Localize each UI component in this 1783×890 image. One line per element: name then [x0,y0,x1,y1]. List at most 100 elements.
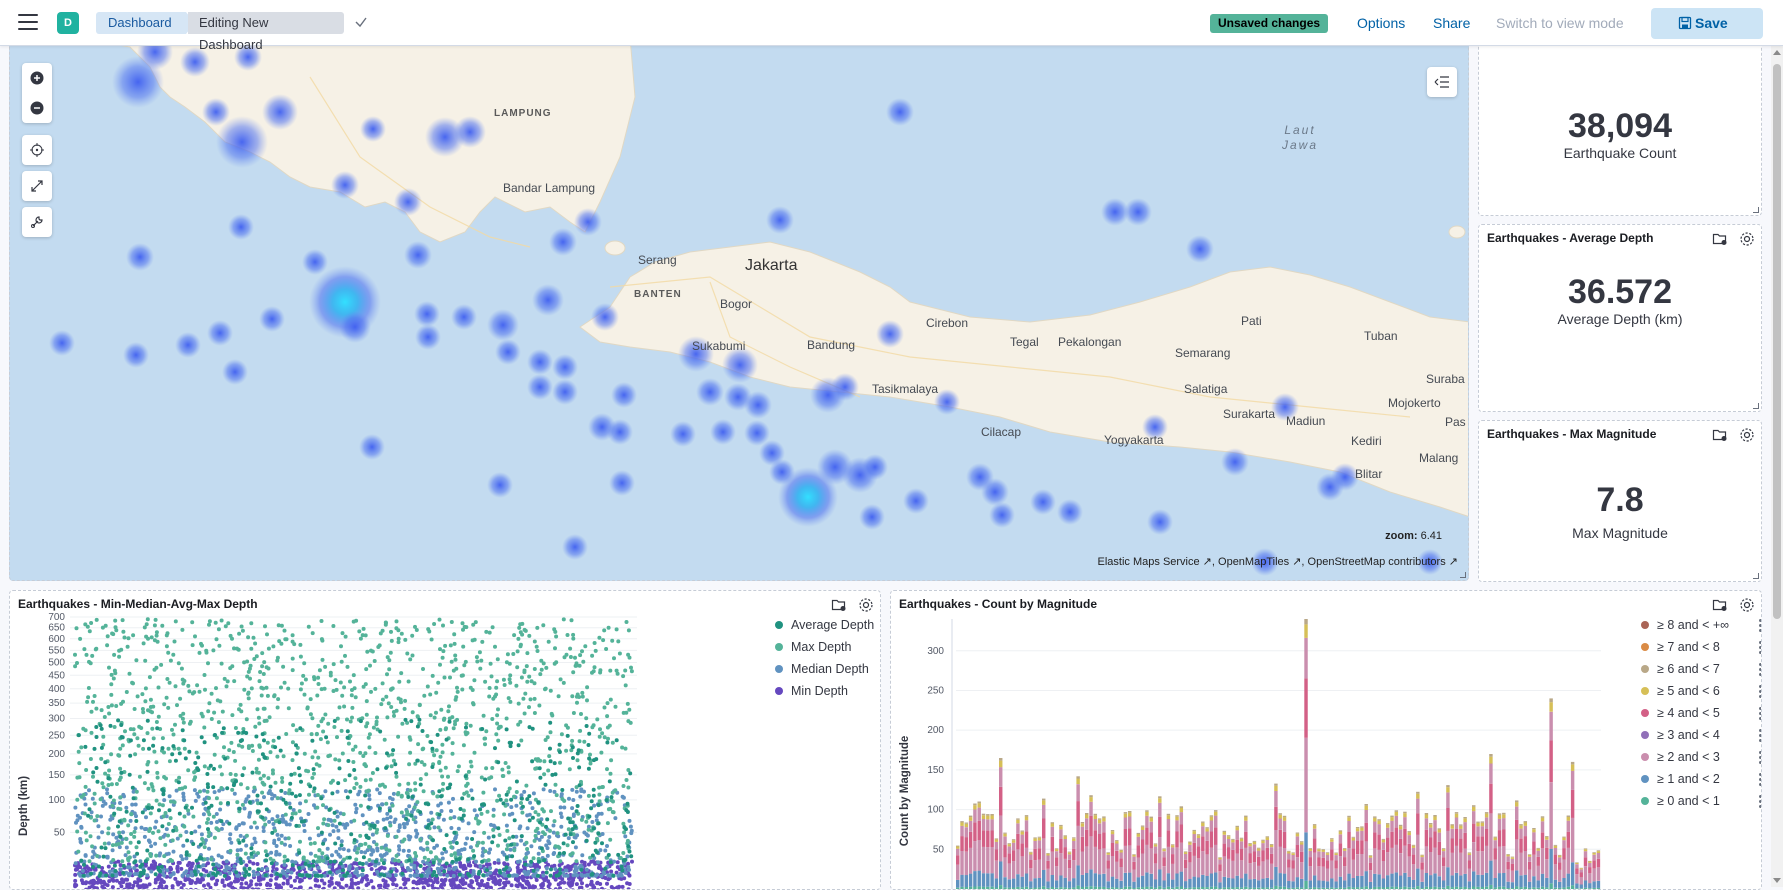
attribution-openmaptiles-link[interactable]: OpenMapTiles [1218,556,1289,568]
breadcrumb-dashboard[interactable]: Dashboard [96,12,186,34]
draw-tools-button[interactable] [22,207,52,237]
scatter-point [394,771,398,775]
scatter-point [75,830,79,834]
layer-control-button[interactable] [1427,67,1457,97]
gear-icon[interactable] [1739,427,1755,443]
scatter-point [438,663,442,667]
scatter-point [493,645,497,649]
scatter-point [400,863,404,867]
bar-segment [1162,866,1165,880]
bar-segment [1029,860,1032,868]
scatter-point [86,625,90,629]
scatter-point [149,870,153,874]
scatter-point [472,678,476,682]
scatter-point [411,710,415,714]
attribution-osm-link[interactable]: OpenStreetMap contributors [1308,556,1446,568]
scatter-point [74,821,78,825]
scatter-point [156,640,160,644]
bar-segment [1012,839,1015,840]
scatter-point [212,711,216,715]
scatter-point [546,846,550,850]
scatter-point [135,852,139,856]
switch-to-view-mode-button[interactable]: Switch to view mode [1496,14,1624,32]
legend-item[interactable]: Min Depth [775,684,848,698]
scatter-point [222,726,226,730]
set-view-button[interactable] [22,135,52,165]
gear-icon[interactable] [1739,231,1755,247]
legend-item[interactable]: Median Depth [775,662,869,676]
bar-segment [1115,879,1118,888]
fullscreen-button[interactable] [22,171,52,201]
resize-handle[interactable] [1753,403,1759,409]
scatter-point [127,873,131,877]
scatter-point [118,767,122,771]
depth-scatter-chart[interactable]: 5010015020025030035040045050055060065070… [10,591,881,890]
zoom-in-button[interactable] [22,63,52,93]
scatter-point [260,664,264,668]
resize-handle[interactable] [1753,207,1759,213]
scatter-point [462,814,466,818]
scatter-point [523,669,527,673]
scatter-point [534,834,538,838]
space-avatar[interactable]: D [57,12,79,34]
scatter-point [538,672,542,676]
zoom-out-button[interactable] [22,93,52,123]
scatter-point [89,834,93,838]
resize-handle[interactable] [1753,573,1759,579]
scatter-point [625,881,629,885]
scatter-point [587,863,591,867]
scatter-point [531,816,535,820]
legend-item[interactable]: Average Depth [775,618,874,632]
scatter-point [361,813,365,817]
scatter-point [263,719,267,723]
scatter-point [577,765,581,769]
bar-segment [1201,822,1204,823]
scatter-point [130,803,134,807]
attribution-ems-link[interactable]: Elastic Maps Service [1098,556,1200,568]
scatter-point [444,726,448,730]
scatter-point [93,694,97,698]
bar-segment [1072,860,1075,878]
scatter-point [358,834,362,838]
scatter-point [381,698,385,702]
share-button[interactable]: Share [1433,14,1470,32]
scatter-point [131,633,135,637]
scatter-point [481,854,485,858]
scatter-point [347,849,351,853]
scatter-point [445,738,449,742]
scatter-point [616,874,620,878]
scatter-point [504,798,508,802]
scatter-point [196,877,200,881]
scatter-point [452,632,456,636]
scatter-point [273,693,277,697]
magnitude-bar-chart[interactable]: 50100150200250300Count by Magnitude [891,591,1762,890]
folder-icon[interactable] [1712,231,1728,247]
scatter-point [626,719,630,723]
bar-segment [1016,820,1019,824]
scatter-point [124,853,128,857]
legend-item[interactable]: Max Depth [775,640,851,654]
scatter-point [542,772,546,776]
scatter-point [320,851,324,855]
save-button[interactable]: Save [1651,8,1763,39]
options-button[interactable]: Options [1357,14,1405,32]
scatter-point [571,745,575,749]
scatter-point [480,879,484,883]
scatter-point [574,859,578,863]
scatter-point [218,765,222,769]
scatter-point [270,817,274,821]
scatter-point [211,785,215,789]
scatter-point [73,879,77,883]
scatter-point [249,879,253,883]
menu-icon[interactable] [18,14,38,30]
scatter-point [503,839,507,843]
scatter-point [243,874,247,878]
scatter-point [132,732,136,736]
scatter-point [99,815,103,819]
folder-icon[interactable] [1712,427,1728,443]
resize-handle[interactable] [1460,572,1466,578]
scatter-point [166,651,170,655]
earthquake-heatmap-panel[interactable]: LAMPUNG Bandar Lampung Laut Jawa Serang … [9,36,1469,581]
bar-segment [1188,852,1191,863]
scatter-point [135,790,139,794]
